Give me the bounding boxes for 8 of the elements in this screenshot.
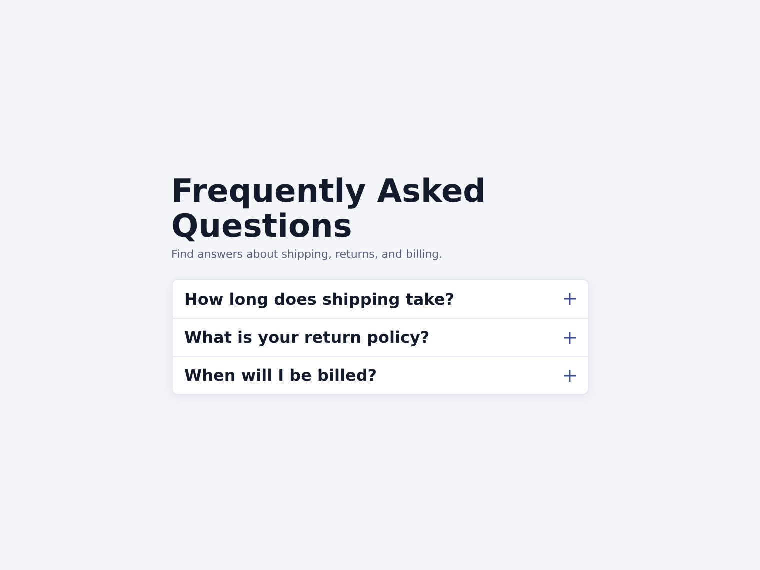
page-title: Frequently Asked Questions	[172, 174, 488, 244]
plus-icon	[564, 293, 576, 306]
faq-question[interactable]: How long does shipping take?	[172, 280, 588, 318]
plus-icon	[564, 332, 576, 344]
page-subtitle: Find answers about shipping, returns, and billing.	[172, 247, 444, 262]
faq-question[interactable]: When will I be billed?	[172, 356, 588, 394]
plus-icon	[564, 370, 576, 382]
faq-question[interactable]: What is your return policy?	[172, 318, 588, 356]
